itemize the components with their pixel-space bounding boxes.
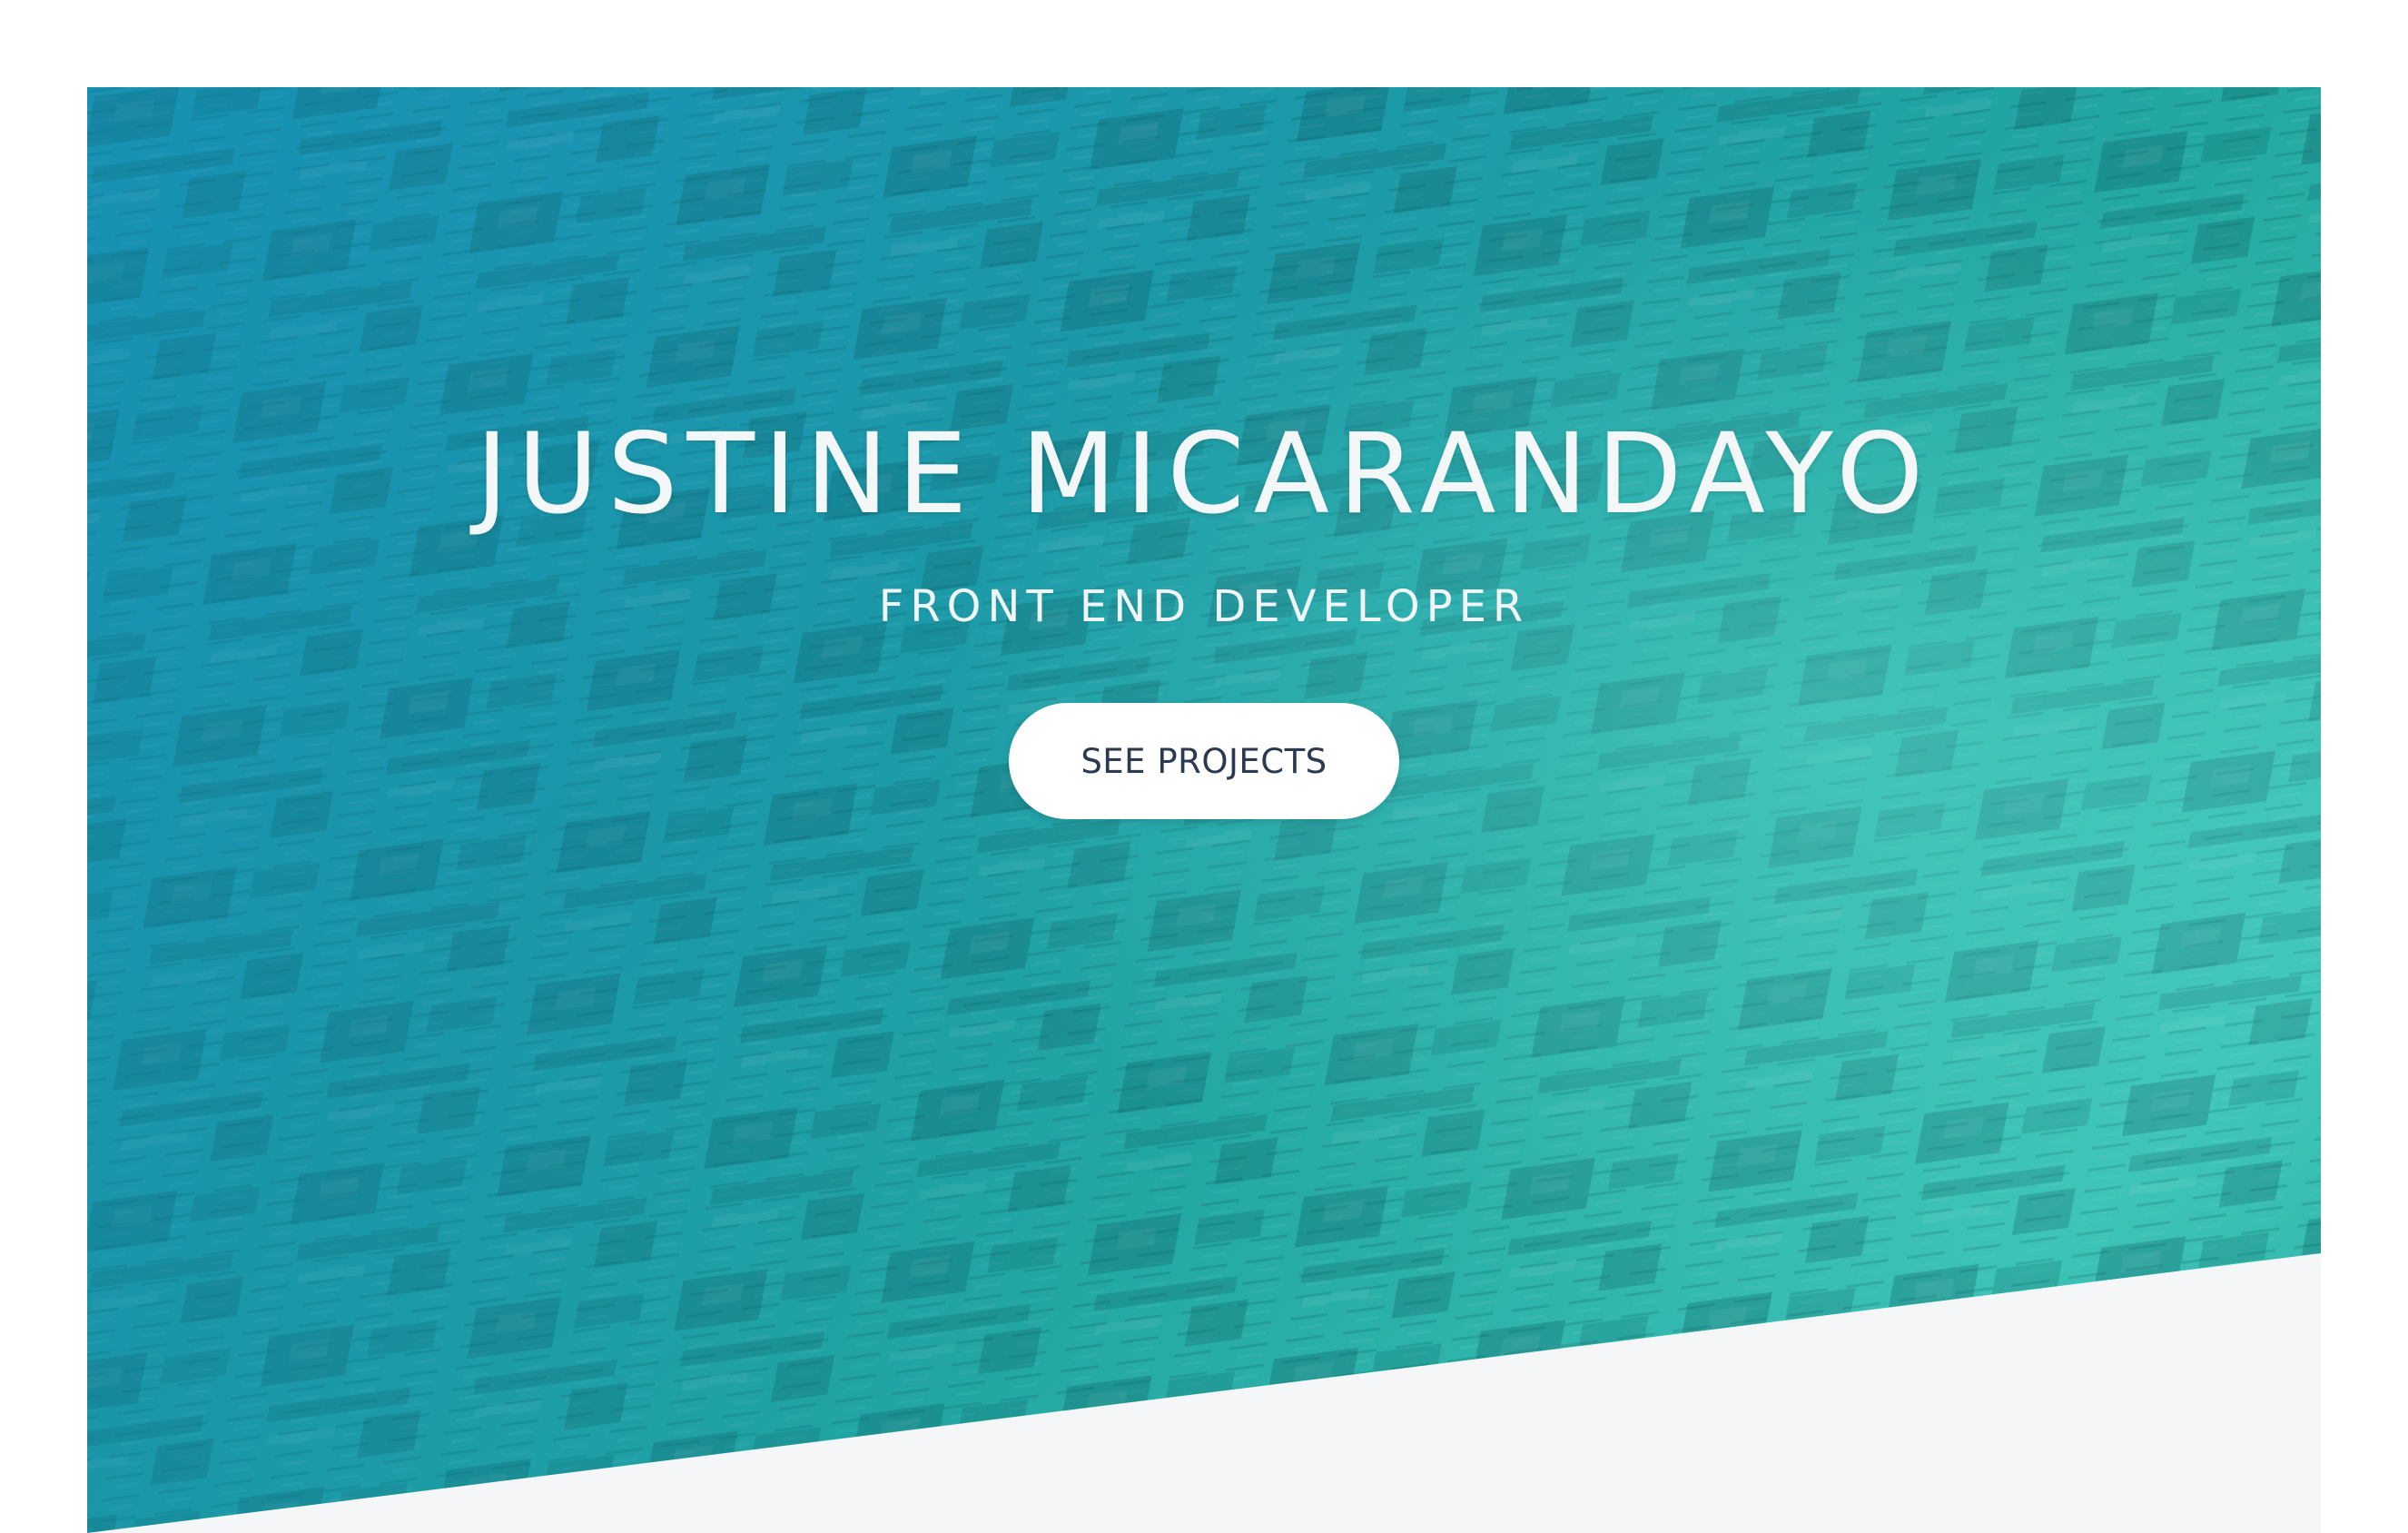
page: JUSTINE MICARANDAYO FRONT END DEVELOPER … [0, 0, 2408, 1533]
hero-name-heading: JUSTINE MICARANDAYO [475, 410, 1933, 539]
see-projects-button[interactable]: SEE PROJECTS [1009, 703, 1399, 819]
hero-role-subtitle: FRONT END DEVELOPER [878, 581, 1530, 632]
hero-content: JUSTINE MICARANDAYO FRONT END DEVELOPER … [87, 87, 2321, 1086]
hero-section: JUSTINE MICARANDAYO FRONT END DEVELOPER … [87, 87, 2321, 1533]
